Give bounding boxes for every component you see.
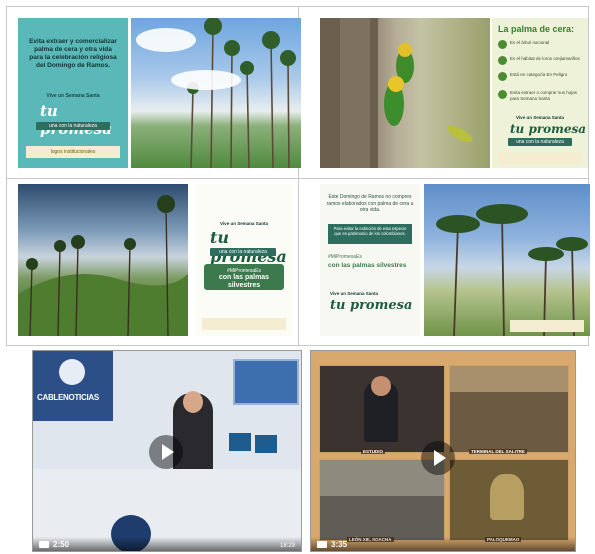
video-control-bar xyxy=(33,537,301,551)
palm-valley-illustration xyxy=(18,195,188,336)
market-frame xyxy=(449,459,569,541)
panel2-title: La palma de cera: xyxy=(498,24,575,34)
panel1-headline: Evita extraer y comercializar palma de c… xyxy=(29,38,117,69)
video-camera-icon xyxy=(317,541,327,548)
panel4-script-logo: tu promesa xyxy=(330,298,413,313)
panel2-parrots-photo xyxy=(320,18,490,168)
panel4-hashtag: #MiPromesaEs xyxy=(328,254,362,260)
panel2-fact: Evita extraer o comprar sus hojas para S… xyxy=(498,90,580,101)
panel3-promise-card: Vive un Semana Santa tu promesa una con … xyxy=(196,184,292,336)
cloud xyxy=(136,28,196,52)
warning-icon xyxy=(498,72,507,81)
panel3-message: con las palmas silvestres xyxy=(218,274,270,289)
channel-name: CABLENOTICIAS xyxy=(37,393,99,402)
panel2-fact-text: Evita extraer o comprar sus hojas para S… xyxy=(510,90,578,101)
video-player-collage[interactable]: ESTUDIO TERMINAL DEL SALITRE LEÓN XIII, … xyxy=(310,350,576,552)
panel4-logos xyxy=(510,320,584,332)
terminal-frame xyxy=(449,365,569,453)
play-button[interactable] xyxy=(421,441,455,475)
leaf-icon xyxy=(498,40,507,49)
panel3-script-logo: tu promesa xyxy=(210,228,287,266)
video-control-bar xyxy=(311,537,575,551)
panel2-facts-card: La palma de cera: Es el árbol nacional E… xyxy=(492,18,588,168)
panel1-campaign-line: Vive un Semana Santa xyxy=(46,93,100,99)
panel3-slogan: una con la naturaleza xyxy=(210,248,276,256)
panel4-box: Para evitar la extinción de esta especie… xyxy=(328,224,412,244)
studio-monitor xyxy=(255,435,277,453)
panel4-campaign-line: Vive un Semana Santa xyxy=(330,291,378,296)
panel4-intro: Este Domingo de Ramos no compres ramos e… xyxy=(326,194,414,213)
video-player-cablenoticias[interactable]: CABLENOTICIAS 2:50 18:29 xyxy=(32,350,302,552)
street-road xyxy=(320,496,444,540)
street-frame xyxy=(319,459,445,541)
panel1-logos: logos institucionales xyxy=(26,146,120,158)
panel2-script-logo: tu promesa xyxy=(510,122,587,136)
parrots-illustration xyxy=(320,18,473,168)
studio-frame xyxy=(319,365,445,453)
caption-studio: ESTUDIO xyxy=(361,449,386,454)
panel4-info-card: Este Domingo de Ramos no compres ramos e… xyxy=(320,184,420,336)
panel2-fact: Es el árbol nacional xyxy=(498,40,580,49)
video-duration: 3:35 xyxy=(331,540,348,549)
terminal-ceiling xyxy=(450,366,568,392)
channel-logo-panel: CABLENOTICIAS xyxy=(33,351,113,421)
panel2-fact: Está en categoría En Peligro xyxy=(498,72,580,81)
palm-fronds-illustration xyxy=(436,204,588,336)
video-duration: 2:50 xyxy=(53,540,70,549)
channel-globe-icon xyxy=(59,359,85,385)
panel1-slogan: una con la naturaleza xyxy=(36,122,110,130)
panel3-palm-valley-photo xyxy=(18,184,188,336)
grid-divider-horizontal xyxy=(7,178,588,179)
palm-bundle xyxy=(490,474,524,520)
panel2-campaign-line: Vive un Semana Santa xyxy=(516,115,564,120)
studio-screen xyxy=(233,359,299,405)
panel1-info-card: Evita extraer y comercializar palma de c… xyxy=(18,18,128,168)
video-timestamp: 18:29 xyxy=(279,543,295,549)
panel4-message: con las palmas silvestres xyxy=(328,262,407,269)
studio-monitor xyxy=(229,433,251,451)
cloud xyxy=(171,70,241,90)
video-camera-icon xyxy=(39,541,49,548)
panel3-message-box: #MiPromesaEs con las palmas silvestres xyxy=(204,264,284,290)
presenter-head xyxy=(183,391,203,413)
panel1-script-logo: tu promesa xyxy=(40,102,112,138)
panel2-slogan: una con la naturaleza xyxy=(508,138,572,146)
panel3-logos xyxy=(202,318,286,330)
panel2-fact: Es el hábitat de loros orejiamarillos xyxy=(498,56,580,65)
panel2-fact-text: Es el hábitat de loros orejiamarillos xyxy=(510,56,580,61)
panel2-logos xyxy=(498,152,582,164)
anchor-head xyxy=(371,376,391,396)
hand-icon xyxy=(498,90,507,99)
panel3-campaign-line: Vive un Semana Santa xyxy=(220,221,268,226)
panel2-fact-text: Es el árbol nacional xyxy=(510,40,550,45)
panel2-fact-text: Está en categoría En Peligro xyxy=(510,72,568,77)
panel4-palm-photo xyxy=(424,184,590,336)
play-button[interactable] xyxy=(149,435,183,469)
parrot-icon xyxy=(498,56,507,65)
panel1-palm-photo xyxy=(131,18,301,168)
caption-terminal: TERMINAL DEL SALITRE xyxy=(469,449,527,454)
